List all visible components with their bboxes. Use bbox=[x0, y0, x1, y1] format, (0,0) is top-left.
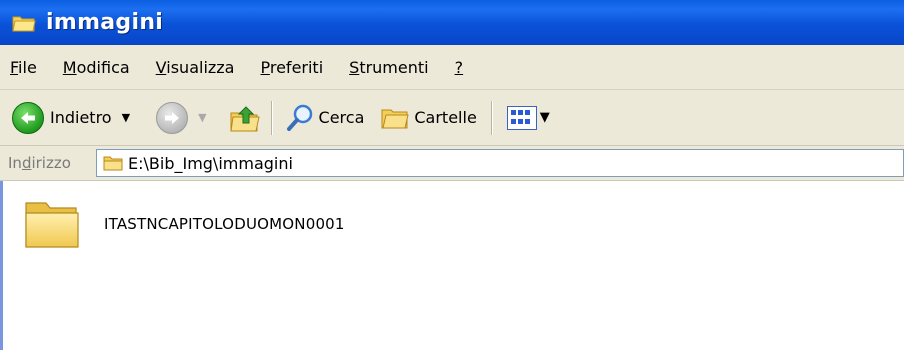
up-folder-button[interactable] bbox=[229, 103, 261, 133]
address-field[interactable]: E:\Bib_Img\immagini bbox=[96, 149, 904, 177]
menu-help[interactable]: ? bbox=[442, 58, 477, 77]
folder-item[interactable]: ITASTNCAPITOLODUOMON0001 bbox=[22, 197, 345, 251]
folders-icon bbox=[380, 104, 410, 132]
menu-strumenti[interactable]: Strumenti bbox=[336, 58, 441, 77]
search-label: Cerca bbox=[318, 108, 365, 127]
folders-button[interactable]: Cartelle bbox=[380, 104, 477, 132]
forward-button[interactable]: ▼ bbox=[156, 101, 207, 134]
menu-bar: File Modifica Visualizza Preferiti Strum… bbox=[0, 45, 904, 90]
up-folder-icon bbox=[229, 103, 261, 133]
file-list: ITASTNCAPITOLODUOMON0001 bbox=[0, 181, 904, 350]
address-label: Indirizzo bbox=[8, 154, 71, 172]
views-dropdown-icon[interactable]: ▼ bbox=[540, 110, 550, 125]
window-title: immagini bbox=[46, 10, 164, 35]
title-bar: immagini bbox=[0, 0, 904, 45]
folder-name: ITASTNCAPITOLODUOMON0001 bbox=[104, 215, 345, 233]
back-label: Indietro bbox=[50, 108, 112, 127]
search-icon bbox=[285, 103, 315, 133]
address-bar: Indirizzo E:\Bib_Img\immagini bbox=[0, 146, 904, 181]
back-button[interactable]: Indietro ▼ bbox=[12, 101, 130, 134]
toolbar-separator bbox=[270, 100, 273, 135]
menu-file[interactable]: File bbox=[0, 58, 50, 77]
folder-icon bbox=[103, 155, 123, 171]
toolbar-separator bbox=[490, 100, 493, 135]
menu-preferiti[interactable]: Preferiti bbox=[247, 58, 336, 77]
toolbar: Indietro ▼ ▼ Cerca Cartelle ▼ bbox=[0, 90, 904, 146]
back-dropdown-icon[interactable]: ▼ bbox=[122, 111, 130, 124]
views-icon bbox=[506, 105, 537, 130]
folder-icon bbox=[12, 13, 36, 33]
menu-modifica[interactable]: Modifica bbox=[50, 58, 143, 77]
pane-border bbox=[0, 181, 3, 350]
forward-dropdown-icon[interactable]: ▼ bbox=[198, 111, 206, 124]
folder-icon bbox=[22, 197, 82, 251]
address-path: E:\Bib_Img\immagini bbox=[128, 153, 293, 173]
menu-visualizza[interactable]: Visualizza bbox=[143, 58, 248, 77]
forward-arrow-icon bbox=[156, 101, 189, 134]
search-button[interactable]: Cerca bbox=[285, 103, 365, 133]
folders-label: Cartelle bbox=[414, 108, 477, 127]
views-button[interactable]: ▼ bbox=[506, 105, 550, 130]
back-arrow-icon bbox=[12, 101, 44, 134]
